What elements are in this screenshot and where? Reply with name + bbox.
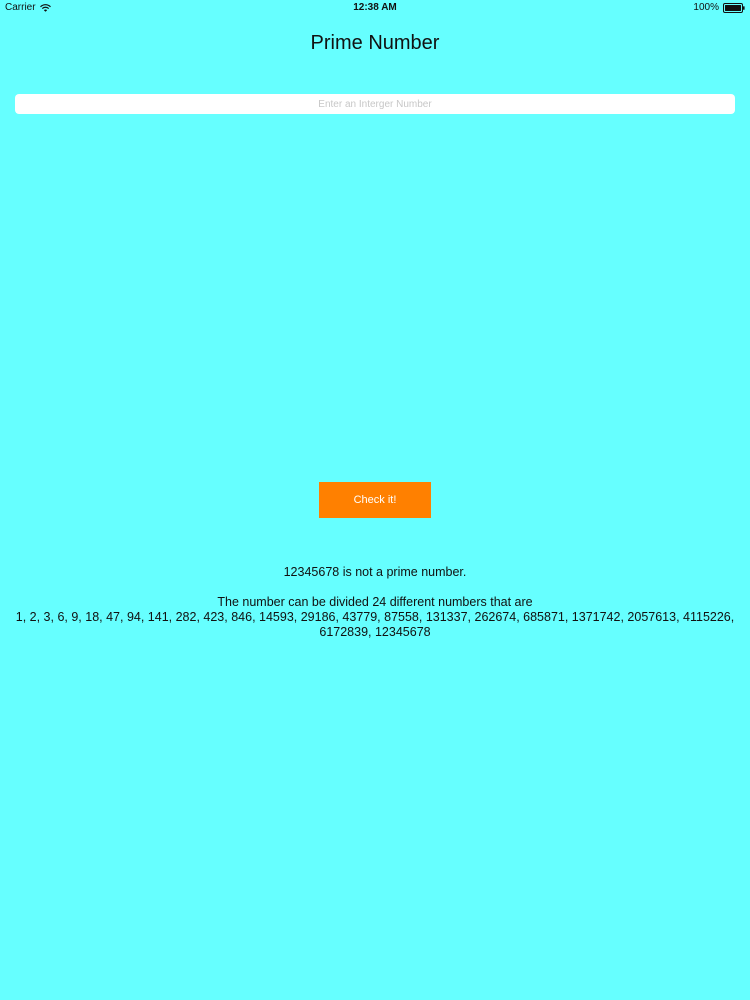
divisors-list-line-1: 1, 2, 3, 6, 9, 18, 47, 94, 141, 282, 423… xyxy=(15,610,735,624)
status-bar: Carrier 12:38 AM 100% xyxy=(0,0,750,16)
battery-percentage: 100% xyxy=(693,2,719,13)
status-time: 12:38 AM xyxy=(353,2,397,13)
result-summary: 12345678 is not a prime number. xyxy=(283,565,467,579)
result-text: 12345678 is not a prime number. The numb… xyxy=(10,565,740,640)
divisors-list-line-2: 6172839, 12345678 xyxy=(319,625,431,639)
number-input[interactable] xyxy=(15,94,735,114)
divisors-intro: The number can be divided 24 different n… xyxy=(217,595,533,609)
battery-icon xyxy=(723,2,745,13)
check-button[interactable]: Check it! xyxy=(319,482,431,518)
status-right: 100% xyxy=(693,2,745,13)
page-title: Prime Number xyxy=(310,32,440,54)
result-spacer xyxy=(10,580,740,595)
